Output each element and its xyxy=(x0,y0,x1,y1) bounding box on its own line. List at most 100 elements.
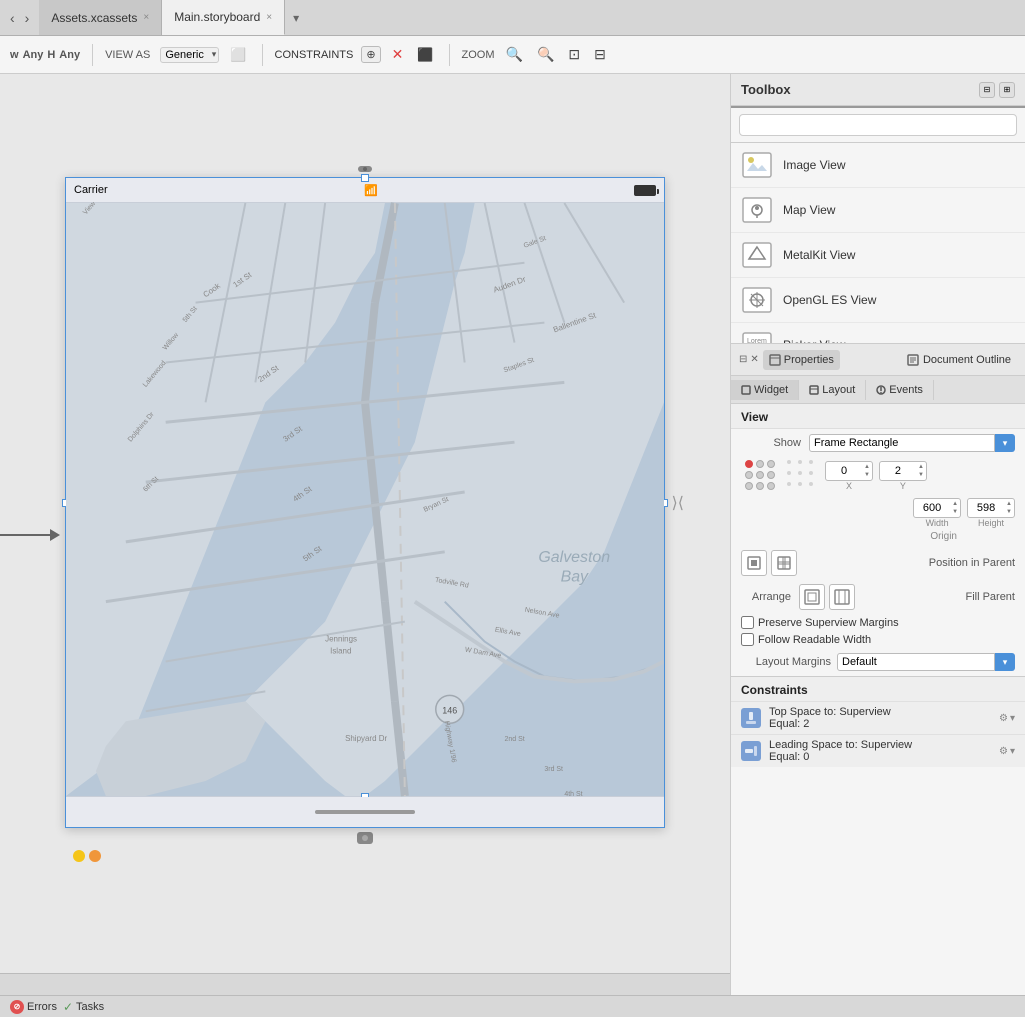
y-step-up[interactable]: ▲ xyxy=(916,463,926,471)
layout-tab[interactable]: Layout xyxy=(799,380,866,400)
search-input[interactable] xyxy=(739,114,1017,136)
events-tab[interactable]: Events xyxy=(866,380,934,400)
show-select[interactable]: Frame Rectangle xyxy=(809,434,995,452)
toolbox-buttons: ⊟ ⊞ xyxy=(979,82,1015,98)
iphone-bottom-bar xyxy=(66,797,664,827)
constraint-icon-2 xyxy=(741,741,761,761)
origin-dot-bl[interactable] xyxy=(745,482,753,490)
origin-dot-tl[interactable] xyxy=(745,460,753,468)
gear-icon-1: ⚙ xyxy=(999,713,1008,724)
home-indicator xyxy=(315,810,415,814)
properties-tabs-left: ⊟ ✕ Properties xyxy=(739,350,840,370)
width-step-down[interactable]: ▼ xyxy=(950,508,960,516)
toolbox-item-metalkit[interactable]: MetalKit View xyxy=(731,233,1025,278)
constraints-add-button[interactable]: ⊕ xyxy=(361,46,380,63)
layout-margins-select[interactable]: Default xyxy=(837,653,995,671)
height-step-up[interactable]: ▲ xyxy=(1004,500,1014,508)
view-as-select-wrapper: Generic xyxy=(160,47,219,63)
x-step-up[interactable]: ▲ xyxy=(862,463,872,471)
tab-storyboard[interactable]: Main.storyboard × xyxy=(162,0,285,35)
toolbox-item-opengl[interactable]: OpenGL ES View xyxy=(731,278,1025,323)
layout-margins-select-container: Default ▾ xyxy=(837,653,1015,671)
constraints-remove-button[interactable]: ✕ xyxy=(389,44,407,65)
toolbox-btn-1[interactable]: ⊟ xyxy=(979,82,995,98)
resize-handle-bottom[interactable] xyxy=(361,793,369,797)
toolbox-item-imageview[interactable]: Image View xyxy=(731,143,1025,188)
back-button[interactable]: ‹ xyxy=(6,8,19,28)
y-step-down[interactable]: ▼ xyxy=(916,471,926,479)
width-stepper: ▲ ▼ xyxy=(950,500,960,516)
toolbox-btn-2[interactable]: ⊞ xyxy=(999,82,1015,98)
origin-xy-row: 0 ▲ ▼ X 2 ▲ xyxy=(731,457,1025,495)
width-step-up[interactable]: ▲ xyxy=(950,500,960,508)
origin-dot-mc[interactable] xyxy=(756,471,764,479)
width-input[interactable]: 600 xyxy=(914,502,950,514)
tab-assets-close[interactable]: × xyxy=(143,12,149,23)
properties-close[interactable]: ✕ xyxy=(750,354,758,365)
forward-button[interactable]: › xyxy=(21,8,34,28)
height-step-down[interactable]: ▼ xyxy=(1004,508,1014,516)
tab-assets[interactable]: Assets.xcassets × xyxy=(39,0,162,35)
properties-tab[interactable]: Properties xyxy=(763,350,840,370)
tasks-button[interactable]: ✓ Tasks xyxy=(63,1000,104,1014)
expand-handle[interactable]: ⟩⟨ xyxy=(672,493,684,513)
arrange-icon-1[interactable] xyxy=(799,584,825,610)
toolbox-item-picker[interactable]: Lorem ipsum Picker View xyxy=(731,323,1025,343)
constraint-item-1: Top Space to: Superview Equal: 2 ⚙ ▾ xyxy=(731,701,1025,734)
doc-outline-tab[interactable]: Document Outline xyxy=(901,350,1017,370)
zoom-fit-button[interactable]: ⊡ xyxy=(565,44,583,65)
resize-handle-top[interactable] xyxy=(361,174,369,182)
mapview-label: Map View xyxy=(783,203,835,217)
zoom-label: ZOOM xyxy=(462,49,495,61)
origin-dot-mr[interactable] xyxy=(767,471,775,479)
toolbox-section: Toolbox ⊟ ⊞ xyxy=(731,74,1025,343)
errors-button[interactable]: ⊘ Errors xyxy=(10,1000,57,1014)
origin-dot-br[interactable] xyxy=(767,482,775,490)
height-input[interactable]: 598 xyxy=(968,502,1004,514)
layout-margins-arrow[interactable]: ▾ xyxy=(995,653,1015,671)
follow-readable-checkbox[interactable] xyxy=(741,633,754,646)
y-input[interactable]: 2 xyxy=(880,465,916,477)
zoom-in-button[interactable]: 🔍 xyxy=(503,44,526,65)
position-icon-2[interactable] xyxy=(771,550,797,576)
status-left: ⊘ Errors ✓ Tasks xyxy=(10,1000,104,1014)
tasks-label: Tasks xyxy=(76,1001,104,1013)
position-icon-1[interactable] xyxy=(741,550,767,576)
height-input-wrapper: 598 ▲ ▼ xyxy=(967,498,1015,518)
toolbox-item-mapview[interactable]: Map View xyxy=(731,188,1025,233)
device-icon-button[interactable]: ⬜ xyxy=(227,45,249,65)
zoom-out-button[interactable]: 🔍 xyxy=(534,44,557,65)
doc-outline-label: Document Outline xyxy=(923,354,1011,366)
x-input[interactable]: 0 xyxy=(826,465,862,477)
svg-text:146: 146 xyxy=(442,705,457,715)
show-select-arrow[interactable]: ▾ xyxy=(995,434,1015,452)
origin-dot-ml[interactable] xyxy=(745,471,753,479)
constraint-gear-1[interactable]: ⚙ ▾ xyxy=(999,713,1015,724)
origin-dot-bc[interactable] xyxy=(756,482,764,490)
gear-icon-2: ⚙ xyxy=(999,746,1008,757)
properties-minimize[interactable]: ⊟ xyxy=(739,354,747,365)
view-as-select[interactable]: Generic xyxy=(160,47,219,63)
gear-arrow-1: ▾ xyxy=(1010,713,1015,724)
zoom-reset-button[interactable]: ⊟ xyxy=(591,44,609,65)
constraints-align-button[interactable]: ⬛ xyxy=(414,45,436,65)
arrange-label: Arrange xyxy=(741,591,791,603)
widget-tab[interactable]: Widget xyxy=(731,380,799,400)
origin-dot-tr[interactable] xyxy=(767,460,775,468)
tab-storyboard-close[interactable]: × xyxy=(266,12,272,23)
toolbox-title: Toolbox xyxy=(741,82,791,97)
preserve-superview-checkbox[interactable] xyxy=(741,616,754,629)
position-in-parent-label: Position in Parent xyxy=(929,557,1015,569)
map-view[interactable]: 146 Galveston Bay Cook 1st St 2nd St 3rd… xyxy=(66,202,664,797)
tab-overflow-button[interactable]: ▾ xyxy=(289,11,303,25)
dot-orange xyxy=(89,850,101,862)
h-label: H xyxy=(47,49,55,61)
svg-text:Shipyard Dr: Shipyard Dr xyxy=(345,734,387,743)
constraint-gear-2[interactable]: ⚙ ▾ xyxy=(999,746,1015,757)
arrange-icon-2-svg xyxy=(834,589,850,605)
x-step-down[interactable]: ▼ xyxy=(862,471,872,479)
size-class-selector[interactable]: wAny HAny xyxy=(10,49,80,61)
arrange-icon-2[interactable] xyxy=(829,584,855,610)
origin-dot-tc[interactable] xyxy=(756,460,764,468)
show-row: Show Frame Rectangle ▾ xyxy=(731,429,1025,457)
